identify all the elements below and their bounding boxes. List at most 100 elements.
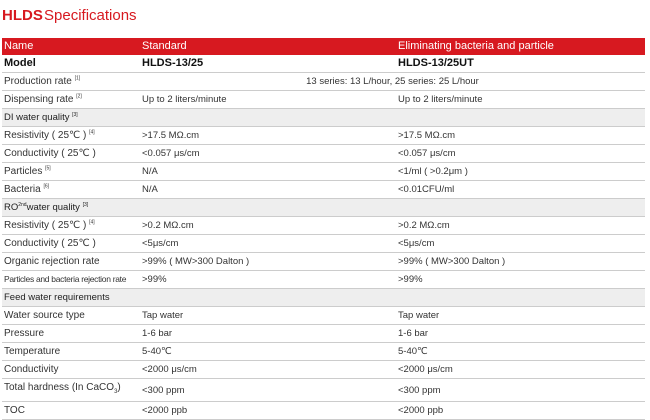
toc-label: TOC xyxy=(2,401,140,420)
feed-section-label: Feed water requirements xyxy=(2,288,645,307)
di-section-row: DI water quality [3] xyxy=(2,108,645,127)
conductivity-standard: <2000 μs/cm xyxy=(140,360,396,379)
di-conductivity-standard: <0.057 μs/cm xyxy=(140,144,396,163)
bacteria-standard: N/A xyxy=(140,180,396,199)
di-section-cell: DI water quality [3] xyxy=(2,108,645,127)
hardness-label-cell: Total hardness (In CaCO3) xyxy=(2,378,140,402)
production-note: [1] xyxy=(74,75,81,82)
production-row: Production rate [1] 13 series: 13 L/hour… xyxy=(2,72,645,91)
di-conductivity-label: Conductivity ( 25℃ ) xyxy=(2,144,140,163)
ro-section-note: [3] xyxy=(82,201,89,208)
hardness-label-pre: Total hardness (In CaCO xyxy=(4,382,115,393)
feed-section-row: Feed water requirements xyxy=(2,288,645,307)
spec-table: Name Standard Eliminating bacteria and p… xyxy=(2,38,645,420)
production-label: Production rate xyxy=(4,76,72,87)
particle-bacteria-label: Particles and bacteria rejection rate xyxy=(2,270,140,289)
di-conductivity-eliminating: <0.057 μs/cm xyxy=(396,144,645,163)
bacteria-label-cell: Bacteria [6] xyxy=(2,180,140,199)
ro-resistivity-label: Resistivity ( 25℃ ) xyxy=(4,220,87,231)
dispensing-standard: Up to 2 liters/minute xyxy=(140,90,396,109)
ro-conductivity-row: Conductivity ( 25℃ ) <5μs/cm <5μs/cm xyxy=(2,234,645,253)
organic-eliminating: >99% ( MW>300 Dalton ) xyxy=(396,252,645,271)
particle-bacteria-standard: >99% xyxy=(140,270,396,289)
particles-label: Particles xyxy=(4,166,43,177)
ro-conductivity-label: Conductivity ( 25℃ ) xyxy=(2,234,140,253)
table-header: Name Standard Eliminating bacteria and p… xyxy=(2,38,645,55)
ro-section-sup: 2nd xyxy=(18,201,27,208)
ro-section-cell: RO2ndwater quality [3] xyxy=(2,198,645,217)
di-resistivity-label-cell: Resistivity ( 25℃ ) [4] xyxy=(2,126,140,145)
ro-resistivity-label-cell: Resistivity ( 25℃ ) [4] xyxy=(2,216,140,235)
production-value: 13 series: 13 L/hour, 25 series: 25 L/ho… xyxy=(140,72,645,91)
hardness-row: Total hardness (In CaCO3) <300 ppm <300 … xyxy=(2,378,645,402)
dispensing-label-cell: Dispensing rate [2] xyxy=(2,90,140,109)
brand-title: HLDS xyxy=(2,7,43,24)
ro-section-row: RO2ndwater quality [3] xyxy=(2,198,645,217)
particles-eliminating: <1/ml ( >0.2μm ) xyxy=(396,162,645,181)
page-title: HLDS Specifications xyxy=(0,0,650,38)
particle-bacteria-eliminating: >99% xyxy=(396,270,645,289)
hardness-standard: <300 ppm xyxy=(140,378,396,402)
bacteria-label: Bacteria xyxy=(4,184,41,195)
di-resistivity-standard: >17.5 MΩ.cm xyxy=(140,126,396,145)
organic-label: Organic rejection rate xyxy=(2,252,140,271)
source-eliminating: Tap water xyxy=(396,306,645,325)
hardness-label-post: ) xyxy=(117,382,121,393)
organic-row: Organic rejection rate >99% ( MW>300 Dal… xyxy=(2,252,645,271)
di-conductivity-row: Conductivity ( 25℃ ) <0.057 μs/cm <0.057… xyxy=(2,144,645,163)
di-resistivity-note: [4] xyxy=(89,129,95,136)
dispensing-row: Dispensing rate [2] Up to 2 liters/minut… xyxy=(2,90,645,109)
bacteria-eliminating: <0.01CFU/ml xyxy=(396,180,645,199)
ro-resistivity-note: [4] xyxy=(89,219,95,226)
model-row: Model HLDS-13/25 HLDS-13/25UT xyxy=(2,54,645,73)
ro-conductivity-standard: <5μs/cm xyxy=(140,234,396,253)
dispensing-eliminating: Up to 2 liters/minute xyxy=(396,90,645,109)
toc-row: TOC <2000 ppb <2000 ppb xyxy=(2,401,645,420)
particle-bacteria-row: Particles and bacteria rejection rate >9… xyxy=(2,270,645,289)
pressure-label: Pressure xyxy=(2,324,140,343)
source-row: Water source type Tap water Tap water xyxy=(2,306,645,325)
ro-resistivity-row: Resistivity ( 25℃ ) [4] >0.2 MΩ.cm >0.2 … xyxy=(2,216,645,235)
temperature-row: Temperature 5-40℃ 5-40℃ xyxy=(2,342,645,361)
particles-row: Particles [5] N/A <1/ml ( >0.2μm ) xyxy=(2,162,645,181)
pressure-row: Pressure 1-6 bar 1-6 bar xyxy=(2,324,645,343)
hardness-eliminating: <300 ppm xyxy=(396,378,645,402)
dispensing-label: Dispensing rate xyxy=(4,94,74,105)
bacteria-note: [6] xyxy=(43,183,50,190)
model-eliminating: HLDS-13/25UT xyxy=(396,54,645,73)
pressure-eliminating: 1-6 bar xyxy=(396,324,645,343)
conductivity-row: Conductivity <2000 μs/cm <2000 μs/cm xyxy=(2,360,645,379)
organic-standard: >99% ( MW>300 Dalton ) xyxy=(140,252,396,271)
ro-section-label-post: water quality xyxy=(26,202,80,213)
model-standard: HLDS-13/25 xyxy=(140,54,396,73)
di-resistivity-label: Resistivity ( 25℃ ) xyxy=(4,130,87,141)
title-text: Specifications xyxy=(44,7,137,24)
di-section-label: DI water quality xyxy=(4,112,70,123)
conductivity-label: Conductivity xyxy=(2,360,140,379)
temperature-label: Temperature xyxy=(2,342,140,361)
di-resistivity-eliminating: >17.5 MΩ.cm xyxy=(396,126,645,145)
ro-conductivity-eliminating: <5μs/cm xyxy=(396,234,645,253)
conductivity-eliminating: <2000 μs/cm xyxy=(396,360,645,379)
ro-section-label-pre: RO xyxy=(4,202,19,213)
production-label-cell: Production rate [1] xyxy=(2,72,140,91)
temperature-standard: 5-40℃ xyxy=(140,342,396,361)
source-label: Water source type xyxy=(2,306,140,325)
toc-standard: <2000 ppb xyxy=(140,401,396,420)
pressure-standard: 1-6 bar xyxy=(140,324,396,343)
toc-eliminating: <2000 ppb xyxy=(396,401,645,420)
ro-resistivity-standard: >0.2 MΩ.cm xyxy=(140,216,396,235)
particles-note: [5] xyxy=(45,165,51,172)
model-label: Model xyxy=(2,54,140,73)
bacteria-row: Bacteria [6] N/A <0.01CFU/ml xyxy=(2,180,645,199)
dispensing-note: [2] xyxy=(76,93,82,100)
temperature-eliminating: 5-40℃ xyxy=(396,342,645,361)
ro-resistivity-eliminating: >0.2 MΩ.cm xyxy=(396,216,645,235)
di-resistivity-row: Resistivity ( 25℃ ) [4] >17.5 MΩ.cm >17.… xyxy=(2,126,645,145)
particles-standard: N/A xyxy=(140,162,396,181)
source-standard: Tap water xyxy=(140,306,396,325)
header-name: Name xyxy=(2,38,140,55)
header-standard: Standard xyxy=(140,38,396,55)
header-eliminating: Eliminating bacteria and particle xyxy=(396,38,645,55)
di-section-note: [3] xyxy=(72,111,78,118)
